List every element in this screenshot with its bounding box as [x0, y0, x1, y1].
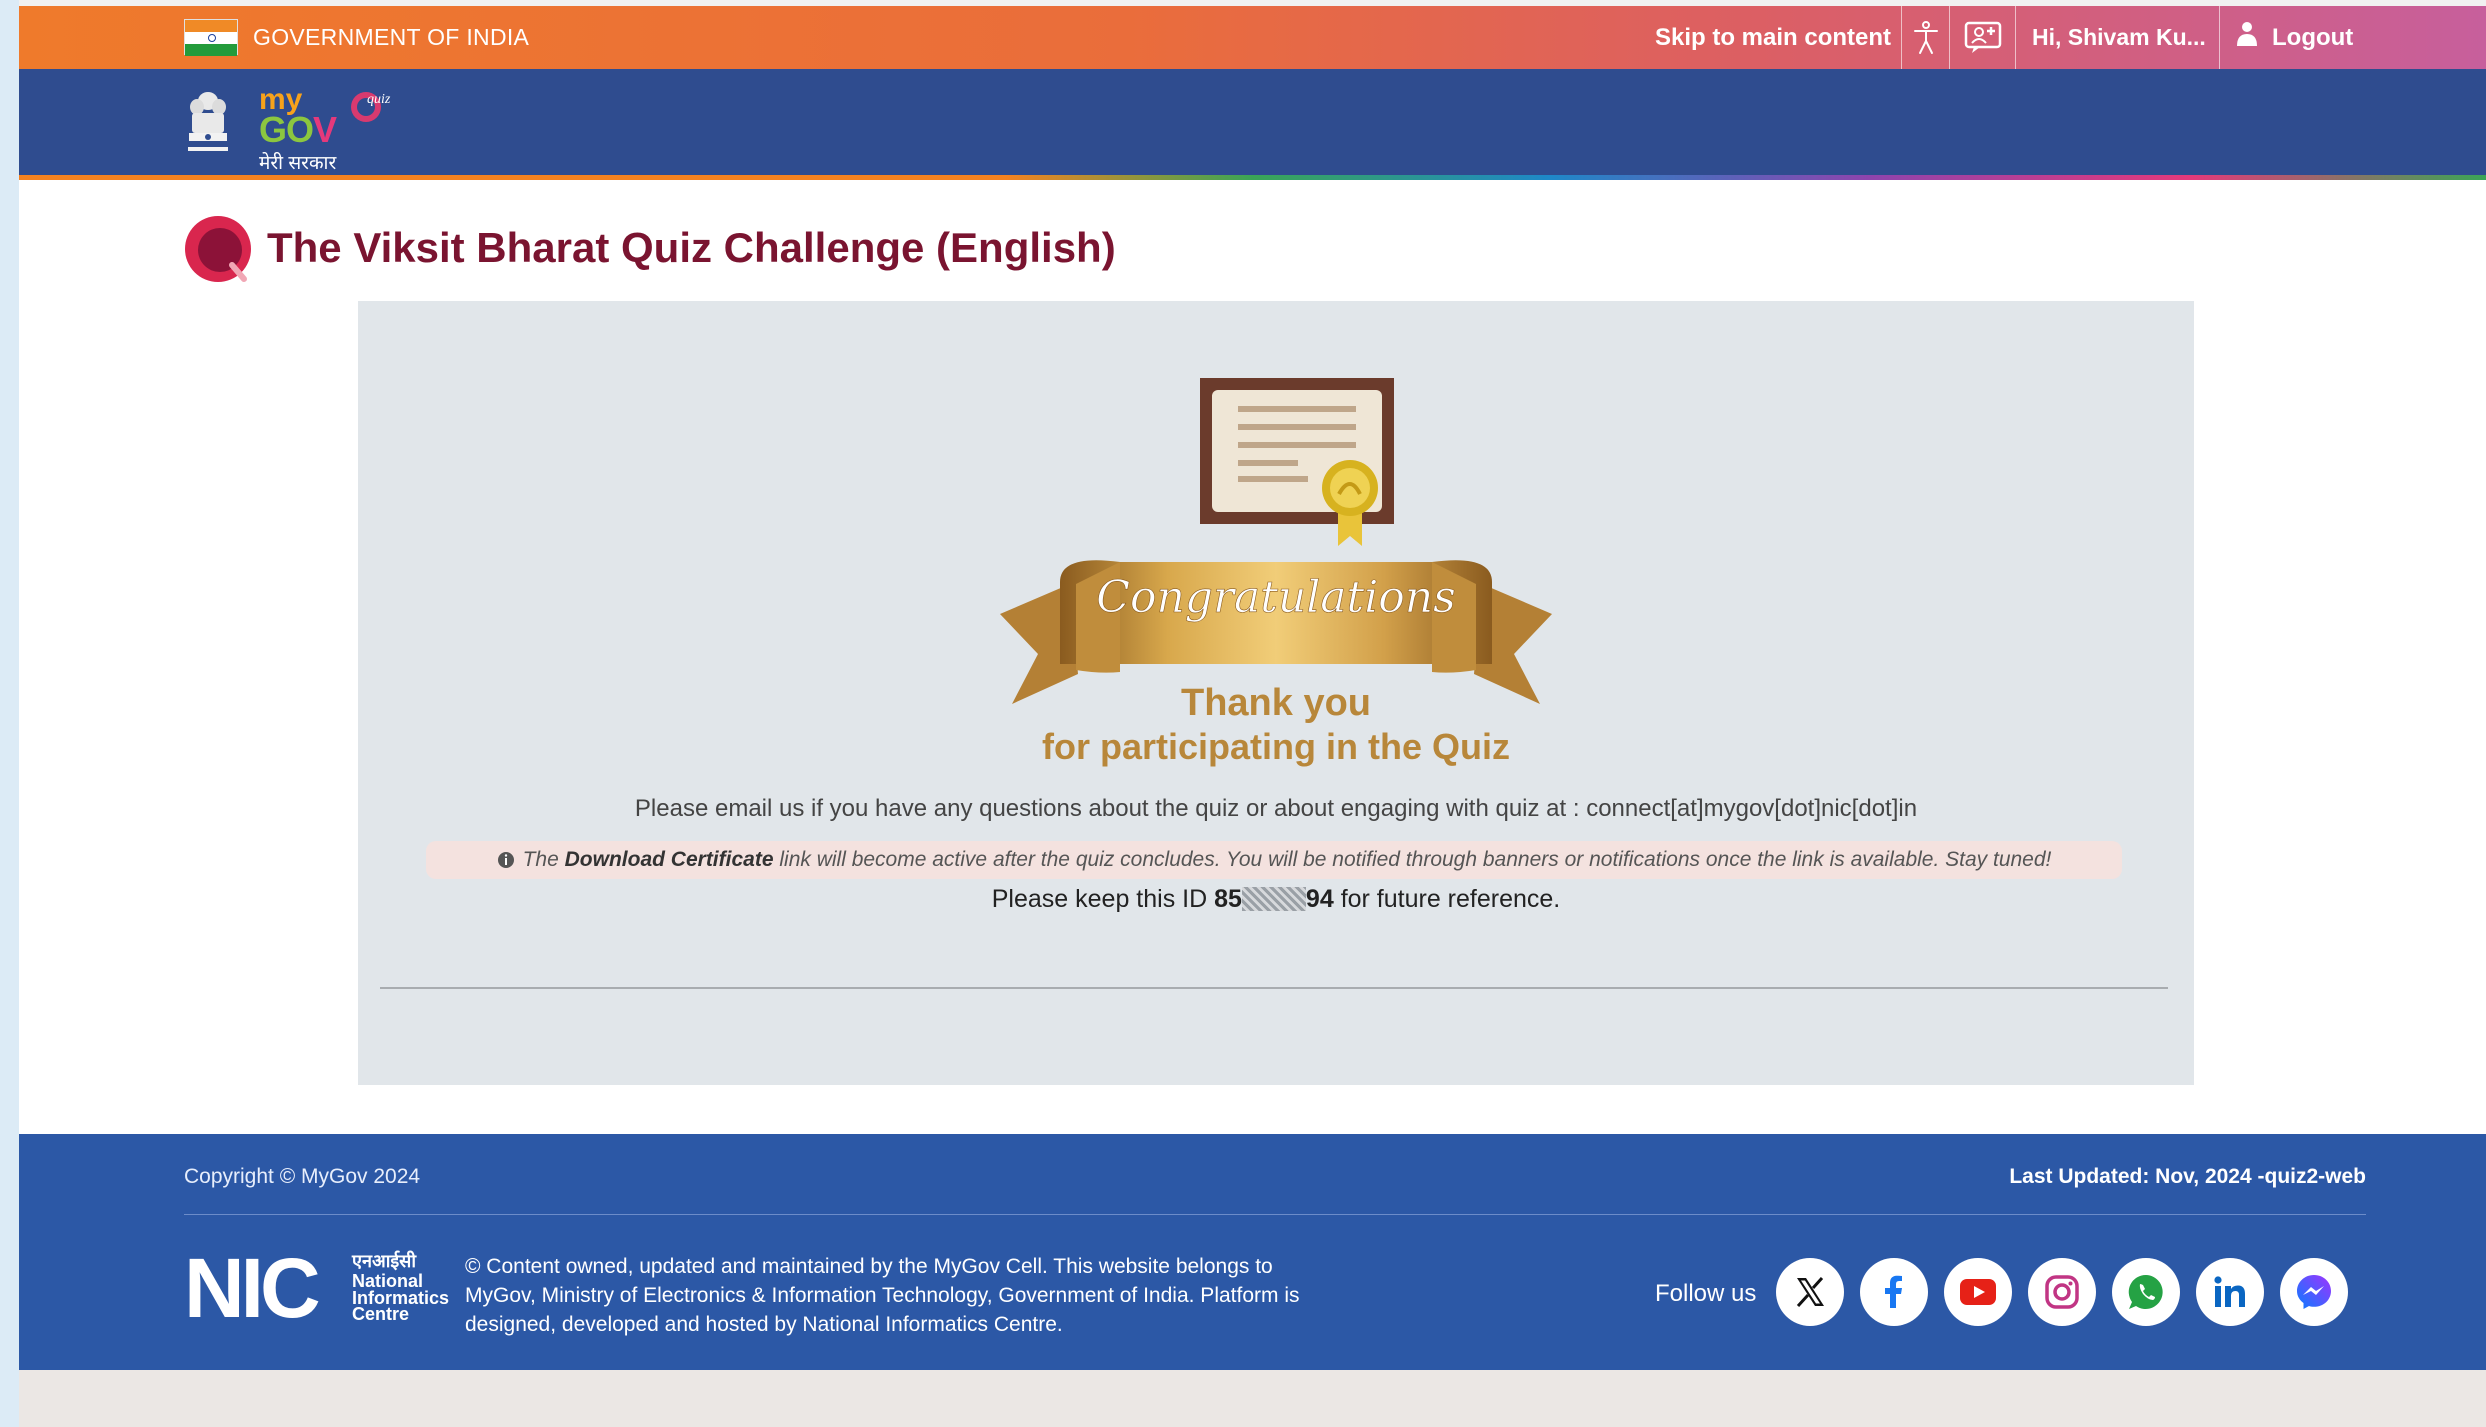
contact-email-text: Please email us if you have any question… [634, 795, 1918, 822]
reference-id-line: Please keep this ID 85 94 for future refe… [991, 885, 1561, 913]
svg-text:NIC: NIC [184, 1249, 319, 1321]
linkedin-icon [2214, 1276, 2245, 1307]
x-icon [1796, 1276, 1824, 1308]
user-greeting[interactable]: Hi, Shivam Ku... [2015, 6, 2219, 69]
svg-text:Congratulations: Congratulations [1096, 572, 1455, 623]
copyright-text: Copyright © MyGov 2024 [184, 1165, 421, 1188]
facebook-link[interactable] [1860, 1258, 1928, 1326]
header-color-strip [19, 175, 2486, 180]
mygov-hindi-tagline: मेरी सरकार [259, 153, 337, 174]
logout-button[interactable]: Logout [2219, 6, 2366, 69]
left-edge-strip [0, 0, 19, 1427]
last-updated-text: Last Updated: Nov, 2024 -quiz2-web [2009, 1165, 2366, 1188]
quiz-icon [185, 216, 251, 282]
page: GOVERNMENT OF INDIA Skip to main content [19, 6, 2486, 1370]
content-ownership-text: © Content owned, updated and maintained … [465, 1255, 1300, 1336]
nic-logo[interactable]: NIC एनआईसी National Informatics Centre [184, 1249, 474, 1321]
instagram-icon [2045, 1275, 2079, 1309]
messenger-icon [2297, 1275, 2331, 1309]
accessibility-button[interactable] [1901, 6, 1949, 69]
masked-id-segment [1241, 887, 1306, 911]
site-footer: Copyright © MyGov 2024 Last Updated: Nov… [19, 1134, 2486, 1370]
user-icon [2236, 21, 2258, 54]
site-header: my GOV मेरी सरकार quiz [19, 69, 2486, 175]
language-button[interactable] [1949, 6, 2015, 69]
footer-divider [184, 1214, 2366, 1215]
social-links [1776, 1258, 2348, 1326]
page-title: The Viksit Bharat Quiz Challenge (Englis… [267, 224, 1116, 271]
government-title: GOVERNMENT OF INDIA [253, 24, 530, 50]
download-certificate-label: Download Certificate [564, 848, 774, 871]
whatsapp-link[interactable] [2112, 1258, 2180, 1326]
result-card: Congratulations Thank you for participat… [358, 301, 2194, 1085]
reference-id: 85 94 [1214, 885, 1334, 913]
skip-to-main-content-link[interactable]: Skip to main content [1645, 6, 1901, 69]
mygov-logo[interactable]: my GOV मेरी सरकार [259, 85, 337, 175]
national-emblem-icon [188, 92, 228, 151]
messenger-link[interactable] [2280, 1258, 2348, 1326]
certificate-icon [1200, 378, 1394, 546]
language-icon [1964, 21, 2001, 53]
svg-text:quiz: quiz [367, 92, 391, 107]
youtube-icon [1960, 1279, 1996, 1305]
follow-us-label: Follow us [1655, 1280, 1757, 1307]
info-icon [497, 851, 515, 869]
youtube-link[interactable] [1944, 1258, 2012, 1326]
svg-text:एनआईसी: एनआईसी [351, 1250, 417, 1272]
instagram-link[interactable] [2028, 1258, 2096, 1326]
participation-subheading: for participating in the Quiz [1042, 726, 1510, 767]
quiz-badge-icon: quiz [351, 92, 391, 122]
thank-you-heading: Thank you [1180, 682, 1372, 724]
india-flag-icon [184, 19, 238, 56]
whatsapp-icon [2128, 1274, 2163, 1309]
government-bar: GOVERNMENT OF INDIA Skip to main content [19, 6, 2486, 69]
svg-text:Centre: Centre [352, 1304, 409, 1321]
logout-label: Logout [2272, 23, 2354, 51]
accessibility-icon [1913, 20, 1938, 54]
facebook-icon [1885, 1275, 1902, 1308]
card-divider [380, 987, 2168, 989]
linkedin-link[interactable] [2196, 1258, 2264, 1326]
certificate-notice: The Download Certificate link will becom… [426, 841, 2122, 879]
x-link[interactable] [1776, 1258, 1844, 1326]
